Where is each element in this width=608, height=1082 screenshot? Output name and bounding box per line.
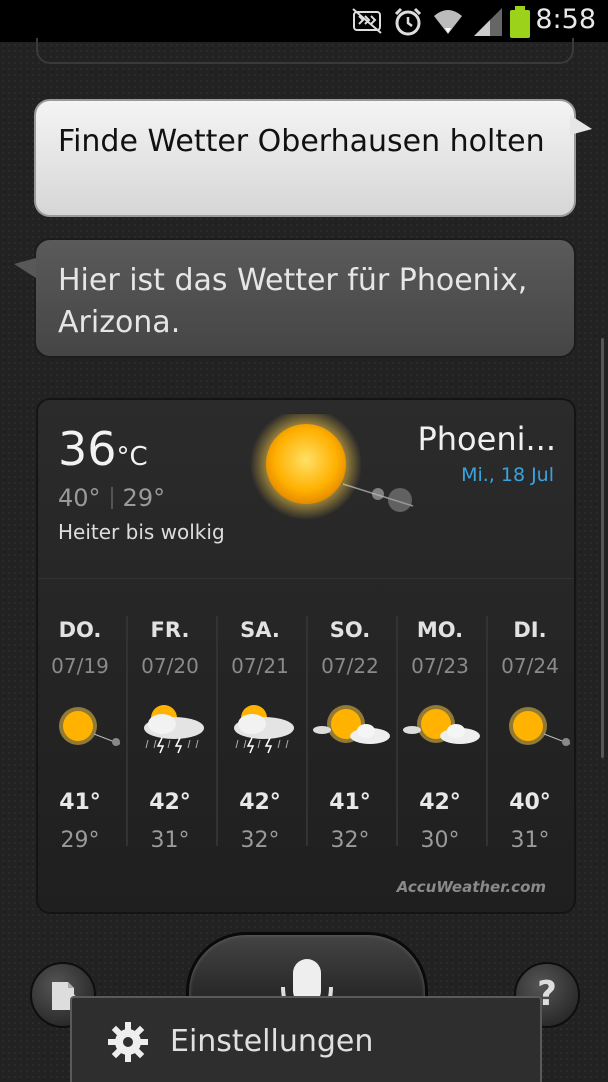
today-low: 29° [122, 484, 166, 512]
thunderstorm-icon [234, 705, 294, 754]
forecast-day: DO. 07/19 41° 29° [38, 596, 128, 856]
weather-date: Mi., 18 Jul [461, 464, 554, 486]
sun-icon [250, 414, 414, 520]
forecast-row: DO. 07/19 41° 29° FR. 07/20 42° 31° SA. … [38, 596, 574, 856]
assistant-response-text: Hier ist das Wetter für Phoenix, Arizona… [58, 263, 528, 340]
forecast-low: 31° [150, 828, 190, 853]
user-query-text: Finde Wetter Oberhausen holten [58, 124, 545, 159]
forecast-day: SA. 07/21 42° 32° [218, 596, 308, 856]
temperature-unit: °C [116, 442, 148, 472]
forecast-day-name: SA. [240, 618, 280, 642]
bubble-tail [14, 258, 36, 278]
alarm-icon [394, 7, 422, 36]
scrollbar[interactable] [601, 338, 604, 758]
forecast-day-name: DI. [513, 618, 547, 642]
status-time: 8:58 [535, 4, 596, 35]
forecast-high: 41° [59, 790, 101, 815]
sunny-icon [59, 707, 121, 746]
today-high-low: 40° 29° [58, 484, 165, 512]
forecast-date: 07/20 [141, 654, 199, 678]
partly-cloudy-icon [403, 705, 480, 744]
user-query-bubble[interactable]: Finde Wetter Oberhausen holten [34, 99, 592, 217]
previous-card-edge [36, 38, 574, 64]
thunderstorm-icon [144, 705, 204, 754]
forecast-day: FR. 07/20 42° 31° [128, 596, 218, 856]
accuweather-logo[interactable]: AccuWeather.com [397, 878, 546, 896]
forecast-low: 30° [420, 828, 460, 853]
forecast-day: SO. 07/22 41° 32° [308, 596, 398, 856]
current-temperature: 36°C [58, 422, 148, 476]
forecast-high: 41° [329, 790, 371, 815]
divider [110, 487, 113, 509]
forecast-date: 07/24 [501, 654, 559, 678]
forecast-day: DI. 07/24 40° 31° [488, 596, 574, 856]
forecast-day-name: MO. [416, 618, 464, 642]
weather-card[interactable]: 36°C 40° 29° Heiter bis wolkig Phoeni... … [36, 398, 576, 914]
options-menu[interactable]: Einstellungen [70, 996, 542, 1082]
forecast-day-name: SO. [329, 618, 371, 642]
forecast-high: 42° [239, 790, 281, 815]
forecast-date: 07/21 [231, 654, 289, 678]
forecast-date: 07/23 [411, 654, 469, 678]
forecast-high: 42° [419, 790, 461, 815]
forecast-high: 40° [509, 790, 551, 815]
forecast-day-name: DO. [58, 618, 102, 642]
forecast-low: 29° [60, 828, 100, 853]
forecast-low: 31° [510, 828, 550, 853]
city-name: Phoeni... [417, 420, 556, 458]
forecast-day-name: FR. [150, 618, 190, 642]
bubble-tail [570, 115, 592, 135]
settings-menu-item[interactable]: Einstellungen [170, 1024, 373, 1059]
wifi-icon [434, 10, 462, 34]
forecast-day: MO. 07/23 42° 30° [398, 596, 488, 856]
forecast-date: 07/22 [321, 654, 379, 678]
signal-icon [474, 8, 502, 36]
today-high: 40° [58, 484, 101, 512]
forecast-low: 32° [330, 828, 370, 853]
gear-icon [108, 1022, 148, 1062]
battery-icon [510, 6, 530, 38]
mute-icon [352, 8, 382, 34]
forecast-high: 42° [149, 790, 191, 815]
assistant-response-bubble: Hier ist das Wetter für Phoenix, Arizona… [14, 238, 576, 358]
status-bar: 8:58 [0, 0, 608, 42]
partly-cloudy-icon [313, 705, 390, 744]
forecast-low: 32° [240, 828, 280, 853]
weather-condition: Heiter bis wolkig [58, 520, 225, 544]
forecast-date: 07/19 [51, 654, 109, 678]
divider [38, 578, 574, 579]
sunny-icon [509, 707, 571, 746]
